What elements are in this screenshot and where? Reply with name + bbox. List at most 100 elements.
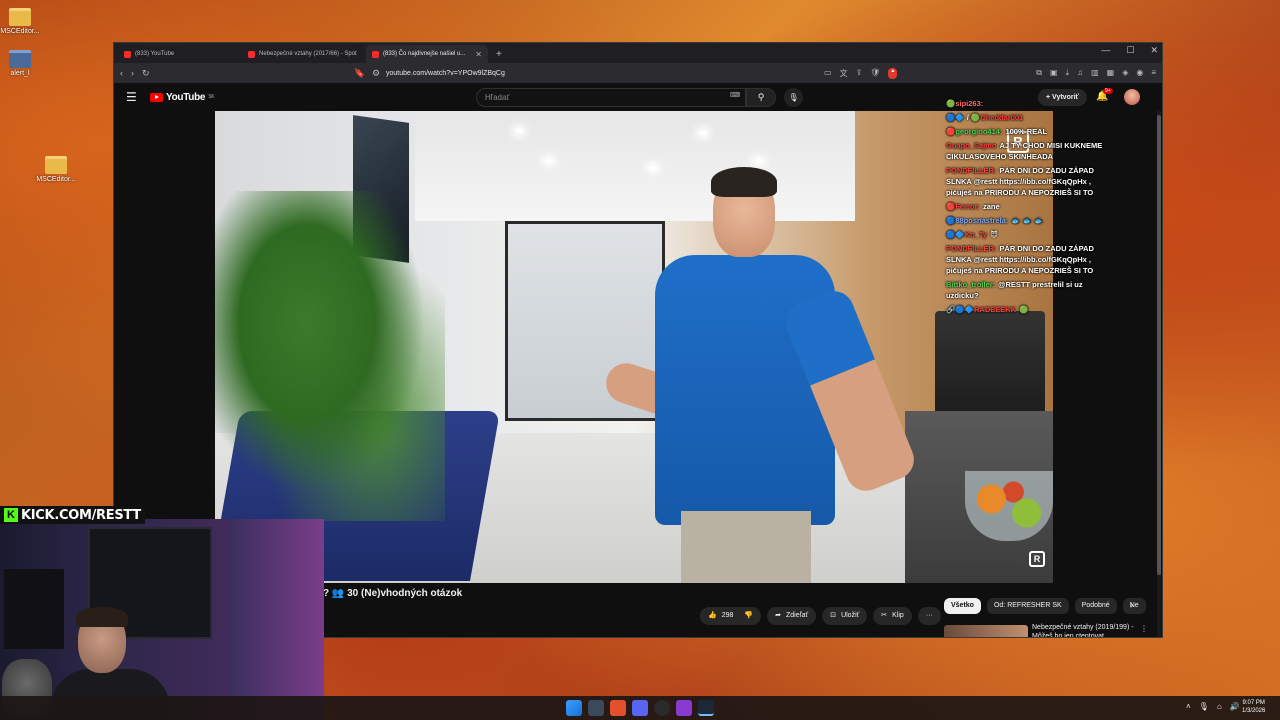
like-button[interactable]: 👍 298 👎 [700,607,762,625]
chat-message: 🔵🔷Ko_Ty 😈 [946,229,1106,240]
chip-from-channel[interactable]: Od: REFRESHER SK [986,598,1069,614]
hamburger-menu-icon[interactable]: ☰ [126,90,137,104]
network-icon[interactable]: ⌂ [1217,702,1222,711]
chat-username[interactable]: Ko_Ty [965,230,987,239]
chat-badge-icon: 🔵 [946,216,956,225]
chat-badge-icon: 🔵🔷 / 🟢 [946,113,981,122]
chat-username[interactable]: PONDFILLER: [946,244,996,253]
video-presenter [601,167,920,583]
reload-icon[interactable]: ↻ [142,68,150,79]
volume-icon[interactable]: 🔊 [1230,702,1240,711]
kick-logo-icon: K [4,508,18,522]
thumbs-up-icon: 👍 [708,612,717,619]
url-field[interactable]: youtube.com/watch?v=YPOw9lZBqCg [386,70,505,77]
chat-username[interactable]: Guapo_Sajmo [946,141,996,150]
recommended-title: Nebezpečné vztahy (2019/199) - Môžeš ho … [1032,624,1134,638]
desktop-icon-msceditor-2[interactable]: MSCEditor... [36,156,76,183]
share-icon[interactable]: ⇪ [856,68,863,79]
chat-message: 🟢sipi263: [946,98,1106,109]
cast-icon[interactable]: ▭ [824,68,832,79]
chat-username[interactable]: RADEEEKK [974,305,1016,314]
folder-icon [9,8,31,26]
chat-username[interactable]: Bittko_troller: [946,280,995,289]
keyboard-icon[interactable]: ⌨ [730,91,740,99]
chat-username[interactable]: Cheddar001 [980,113,1023,122]
terminal-icon[interactable] [588,700,604,716]
recommended-video[interactable]: Nebezpečné vztahy (2019/199) - Môžeš ho … [944,623,1162,638]
microphone-icon[interactable]: 🎙 [1199,702,1209,711]
twitch-icon[interactable] [676,700,692,716]
video-player[interactable]: R R [215,111,1053,583]
chat-message: 🔵🔷 / 🟢Cheddar001 [946,112,1106,123]
chevron-up-icon[interactable]: ˄ [1186,702,1191,711]
account-avatar[interactable] [1124,89,1140,105]
address-bar: ‹ › ↻ 🔖 ⚙ youtube.com/watch?v=YPOw9lZBqC… [114,63,1162,83]
download-icon[interactable]: ⤓ [1066,68,1070,78]
tab-current-video[interactable]: (833) Čo najdivnejše našiel u... ✕ [366,45,488,63]
close-tab-icon[interactable]: ✕ [475,50,482,59]
chip-related[interactable]: Podobné [1074,598,1117,614]
window-controls: — ☐ ✕ [1101,45,1158,56]
chat-username[interactable]: sipi263: [955,99,983,108]
chat-username[interactable]: PONDFILLER: [946,166,996,175]
chip-all[interactable]: Všetko [944,598,981,614]
translate-icon[interactable]: 文 [840,68,848,79]
system-tray: ˄ 🎙 ⌂ 🔊 [1186,702,1240,711]
tab-youtube-home[interactable]: (833) YouTube [118,45,240,63]
search-input[interactable]: Hľadať [476,88,746,107]
video-plant [215,191,445,521]
thumbs-down-icon[interactable]: 👎 [744,607,753,625]
chat-username[interactable]: georgino414: [955,127,1002,136]
more-actions-button[interactable]: ··· [917,607,941,625]
chat-username[interactable]: Ferror: [955,202,980,211]
youtube-play-icon [150,92,163,102]
toolbar-icons: ⧉ ▣ ⤓ ♫ ▥ ▦ ◈ ◉ ≡ [1036,68,1156,78]
voice-search-button[interactable]: 🎙 [784,88,803,107]
chat-message: 🔴Ferror: zane [946,201,1106,212]
shield-icon[interactable]: 🛡 [870,68,880,79]
windows-start-icon[interactable] [566,700,582,716]
video-lamp [649,166,657,170]
chip-new[interactable]: Ne [1122,598,1146,614]
chevron-right-icon[interactable]: › [1130,600,1133,610]
desktop-icon-msceditor-1[interactable]: MSCEditor... [0,8,40,35]
youtube-logo[interactable]: YouTube SK [150,92,215,103]
forward-icon[interactable]: › [131,68,134,78]
chat-text: 😈 [990,230,998,239]
screenshot-icon[interactable]: ▦ [1107,68,1115,78]
more-vert-icon[interactable]: ⋮ [1140,624,1148,633]
extensions-icon[interactable]: ⧉ [1036,68,1042,78]
vpn-icon[interactable]: ◈ [1122,68,1128,78]
brave-icon[interactable] [610,700,626,716]
discord-icon[interactable] [632,700,648,716]
stream-chat-overlay: 🟢sipi263: 🔵🔷 / 🟢Cheddar001 🔴georgino414: 10… [946,98,1106,318]
sidebar-icon[interactable]: ▥ [1091,68,1099,78]
bookmark-icon[interactable]: 🔖 [354,68,365,79]
back-icon[interactable]: ‹ [120,68,123,78]
taskbar-apps [566,700,714,716]
maximize-icon[interactable]: ☐ [1126,45,1134,56]
site-info-icon[interactable]: ⚙ [372,68,380,79]
taskbar-clock[interactable]: 9:07 PM 1/3/2026 [1242,699,1265,715]
music-icon[interactable]: ♫ [1077,68,1083,78]
video-lamp [699,131,707,135]
save-button[interactable]: ⊡ Uložiť [822,607,868,625]
search-button[interactable]: ⚲ [746,88,776,107]
menu-icon[interactable]: ≡ [1151,68,1156,78]
share-button[interactable]: ➦ Zdieľať [767,607,817,625]
clip-button[interactable]: ✂ Klip [873,607,912,625]
webcam-door [230,519,324,720]
minimize-icon[interactable]: — [1101,45,1110,56]
wallet-icon[interactable]: ▣ [1050,68,1058,78]
obs-icon[interactable] [654,700,670,716]
extension-badge[interactable]: ▲ [888,67,898,79]
chat-username[interactable]: 88posnastrela: [955,216,1008,225]
steam-icon[interactable] [698,700,714,716]
profile-icon[interactable]: ◉ [1136,68,1143,78]
new-tab-button[interactable]: + [490,45,508,63]
close-window-icon[interactable]: ✕ [1150,45,1158,56]
tab-nebezpecne-vztahy[interactable]: Nebezpečné vztahy (2017/66) - Spot [242,45,364,63]
chat-text: 🟢 [1019,305,1029,314]
scrollbar-thumb[interactable] [1157,115,1161,575]
desktop-icon-alert[interactable]: alert_l [0,50,40,77]
